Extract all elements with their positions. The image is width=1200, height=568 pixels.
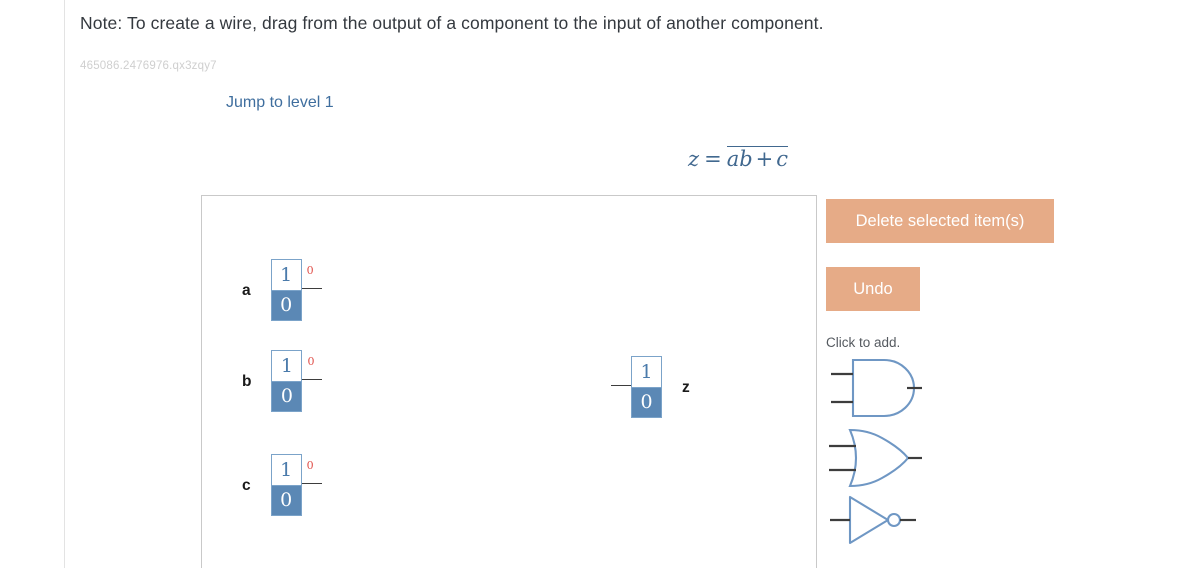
and-gate-body bbox=[851, 358, 915, 418]
output-toggle-z-on: 1 bbox=[631, 356, 662, 387]
input-output-wire-c[interactable] bbox=[301, 483, 322, 484]
instance-id-text: 465086.2476976.qx3zqy7 bbox=[80, 60, 217, 72]
input-toggle-b-off[interactable]: 0 bbox=[271, 381, 303, 412]
input-pin-value-c: 0 bbox=[306, 459, 314, 472]
expression-lhs: z bbox=[688, 147, 700, 171]
input-toggle-c-off[interactable]: 0 bbox=[270, 485, 302, 516]
or-gate-body bbox=[848, 428, 910, 488]
input-toggle-a-on[interactable]: 1 bbox=[270, 259, 302, 290]
input-pin-value-a: 0 bbox=[306, 264, 314, 277]
input-label-c: c bbox=[242, 477, 251, 494]
or-gate-palette-item[interactable] bbox=[822, 424, 922, 492]
circuit-canvas[interactable]: a 1 0 0 b 1 0 0 c 1 0 0 1 0 z bbox=[201, 195, 817, 568]
output-toggle-z-off: 0 bbox=[631, 387, 662, 418]
expression-rhs-overbar: ab + c bbox=[726, 146, 789, 171]
input-node-a[interactable]: a 1 0 0 bbox=[242, 259, 322, 321]
expression-equals: = bbox=[704, 147, 722, 171]
input-toggle-b-on[interactable]: 1 bbox=[271, 350, 303, 381]
input-toggle-a[interactable]: 1 0 0 bbox=[270, 259, 322, 321]
output-node-z[interactable]: 1 0 z bbox=[611, 356, 690, 418]
input-toggle-c[interactable]: 1 0 0 bbox=[270, 454, 322, 516]
input-toggle-b[interactable]: 1 0 0 bbox=[271, 350, 323, 412]
output-label-z: z bbox=[682, 379, 690, 396]
not-gate-body bbox=[848, 495, 890, 545]
input-pin-value-b: 0 bbox=[307, 355, 315, 368]
expression-term-ab: ab bbox=[726, 147, 753, 171]
input-toggle-a-off[interactable]: 0 bbox=[270, 290, 302, 321]
input-label-b: b bbox=[242, 373, 252, 390]
expression-plus: + bbox=[755, 147, 774, 171]
page-gutter-rule bbox=[64, 0, 65, 568]
page-root: Note: To create a wire, drag from the ou… bbox=[0, 0, 1200, 568]
input-output-wire-b[interactable] bbox=[302, 379, 323, 380]
instruction-note: Note: To create a wire, drag from the ou… bbox=[80, 13, 824, 33]
input-node-c[interactable]: c 1 0 0 bbox=[242, 454, 322, 516]
input-label-a: a bbox=[242, 282, 251, 299]
undo-button[interactable]: Undo bbox=[826, 267, 920, 311]
input-node-b[interactable]: b 1 0 0 bbox=[242, 350, 323, 412]
click-to-add-label: Click to add. bbox=[826, 335, 901, 350]
input-toggle-c-on[interactable]: 1 bbox=[270, 454, 302, 485]
output-toggle-z[interactable]: 1 0 bbox=[611, 356, 662, 418]
boolean-expression: z = ab + c bbox=[688, 146, 789, 171]
output-input-wire-z[interactable] bbox=[611, 385, 631, 386]
not-gate-bubble bbox=[886, 512, 902, 528]
expression-term-c: c bbox=[776, 147, 789, 171]
input-output-wire-a[interactable] bbox=[301, 288, 322, 289]
gate-palette bbox=[822, 352, 922, 548]
not-gate-palette-item[interactable] bbox=[822, 492, 922, 548]
jump-to-level-link[interactable]: Jump to level 1 bbox=[226, 94, 334, 112]
delete-selected-button[interactable]: Delete selected item(s) bbox=[826, 199, 1054, 243]
and-gate-palette-item[interactable] bbox=[822, 352, 922, 424]
